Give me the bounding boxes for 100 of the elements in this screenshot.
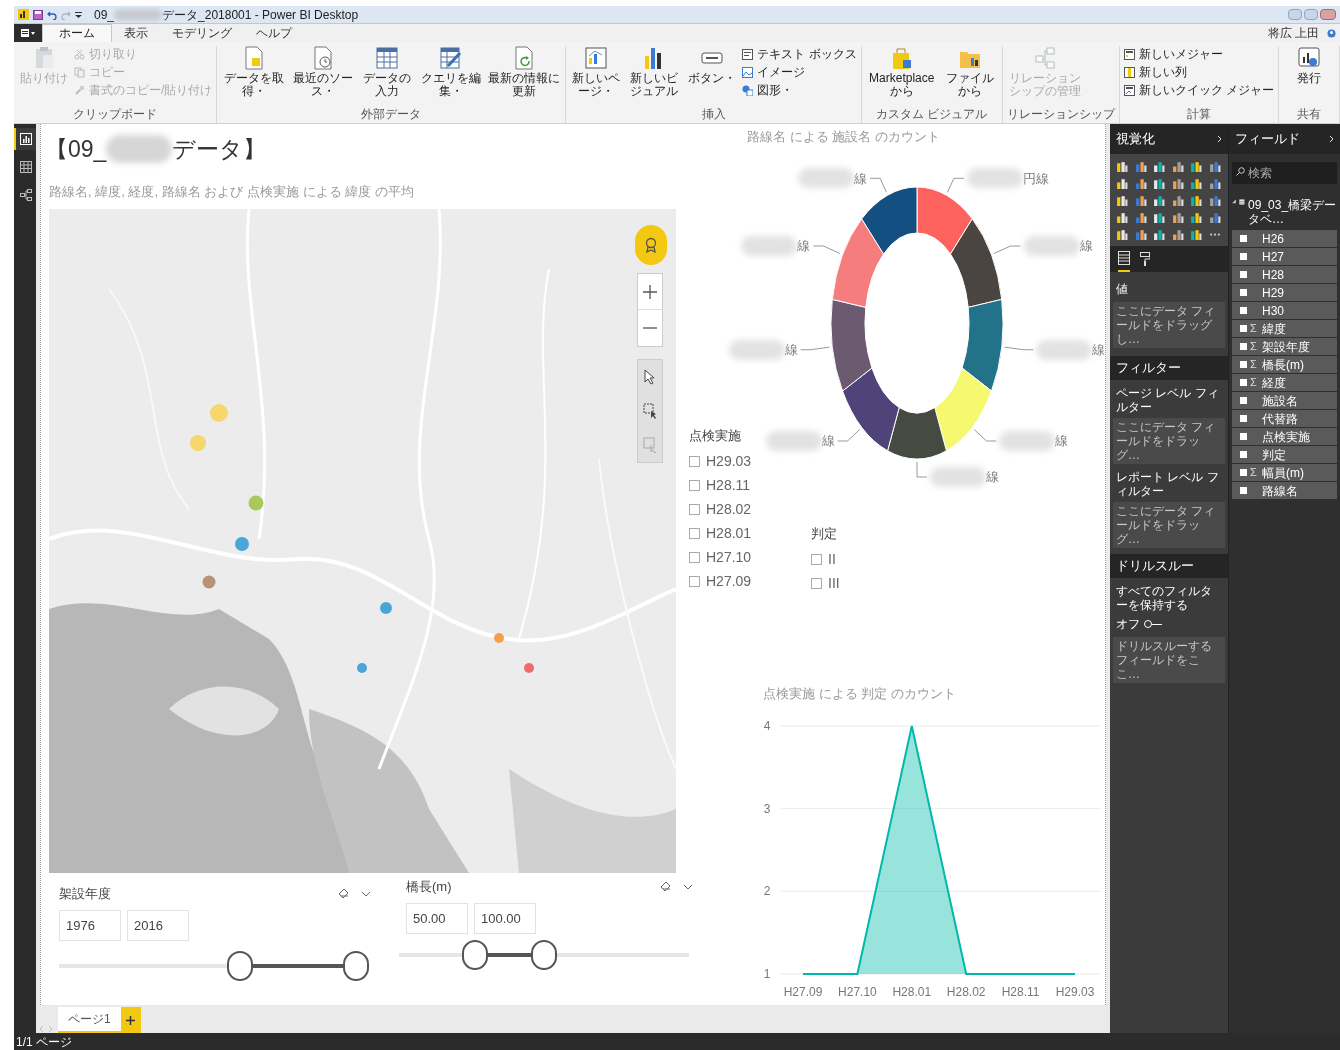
chart-type-icon[interactable] xyxy=(1171,211,1184,223)
field-item[interactable]: Σ 経度 xyxy=(1232,374,1337,391)
chart-type-icon[interactable] xyxy=(1208,194,1221,206)
chart-type-icon[interactable] xyxy=(1171,177,1184,189)
checkbox[interactable] xyxy=(689,575,700,587)
ribbon-button[interactable]: Marketplace から xyxy=(865,46,938,98)
ribbon-button[interactable]: クエリを編集・ xyxy=(418,46,484,98)
save-icon[interactable] xyxy=(33,9,43,20)
field-item[interactable]: Σ 架設年度 xyxy=(1232,338,1337,355)
donut-slice[interactable] xyxy=(961,298,1004,392)
undo-icon[interactable] xyxy=(47,9,57,20)
ribbon-button[interactable]: 図形・ xyxy=(742,83,857,98)
checkbox[interactable] xyxy=(689,551,700,563)
checkbox[interactable] xyxy=(811,553,822,565)
field-item[interactable]: Σ 橋長(m) xyxy=(1232,356,1337,373)
chart-type-icon[interactable] xyxy=(1171,160,1184,172)
field-item[interactable]: 路線名 xyxy=(1232,482,1337,499)
file-menu-button[interactable] xyxy=(14,24,42,42)
customize-dropdown-icon[interactable] xyxy=(75,10,82,19)
ribbon-button[interactable]: 発行 xyxy=(1283,46,1335,85)
drop-zone[interactable]: ここにデータ フィールドをドラッグ… xyxy=(1113,418,1225,464)
checkbox[interactable] xyxy=(689,479,700,491)
ribbon-tab[interactable]: ホーム xyxy=(42,24,112,42)
slicer-item-label[interactable]: H27.10 xyxy=(706,546,752,568)
chart-type-icon[interactable] xyxy=(1134,228,1147,240)
drop-zone[interactable]: ここにデータ フィールドをドラッグし… xyxy=(1113,302,1225,348)
donut-slice[interactable] xyxy=(934,367,992,452)
checkbox[interactable] xyxy=(689,455,700,467)
range-end-field[interactable]: 100.00 xyxy=(474,902,536,934)
slider-thumb[interactable] xyxy=(343,950,369,981)
field-item[interactable]: 判定 xyxy=(1232,446,1337,463)
slicer-item-label[interactable]: H28.02 xyxy=(706,498,752,520)
chart-type-icon[interactable] xyxy=(1208,160,1221,172)
drop-zone[interactable]: ドリルスルーするフィールドをここ… xyxy=(1113,637,1225,683)
range-slider[interactable] xyxy=(59,950,369,981)
chart-type-icon[interactable] xyxy=(1153,177,1165,189)
page-tab[interactable]: ページ1 xyxy=(58,1007,121,1033)
eraser-icon[interactable] xyxy=(660,881,671,893)
chevron-right-icon[interactable] xyxy=(1217,135,1222,143)
pane-header[interactable]: 視覚化 xyxy=(1110,124,1228,154)
field-item[interactable]: H29 xyxy=(1232,284,1337,301)
chart-type-icon[interactable] xyxy=(1116,177,1128,189)
field-item[interactable]: 代替路 xyxy=(1232,410,1337,427)
range-start-field[interactable]: 1976 xyxy=(59,909,121,941)
chart-type-icon[interactable] xyxy=(1190,177,1202,189)
chart-type-icon[interactable] xyxy=(1116,160,1128,172)
chart-type-icon[interactable] xyxy=(1116,194,1128,206)
donut-slice[interactable] xyxy=(830,298,873,392)
ribbon-button[interactable]: イメージ xyxy=(742,65,857,80)
chart-type-icon[interactable] xyxy=(1153,194,1165,206)
chart-type-icon[interactable] xyxy=(1190,194,1202,206)
field-item[interactable]: H30 xyxy=(1232,302,1337,319)
donut-slice[interactable] xyxy=(887,407,947,460)
slider-thumb[interactable] xyxy=(531,939,557,970)
donut-slice[interactable] xyxy=(831,218,885,308)
ribbon-button[interactable]: 新しいページ・ xyxy=(570,46,623,98)
slicer-item-label[interactable]: III xyxy=(828,572,840,594)
slider-thumb[interactable] xyxy=(462,939,489,970)
chevron-right-icon[interactable] xyxy=(1329,135,1334,143)
chart-type-icon[interactable] xyxy=(1153,211,1165,223)
donut-slice[interactable] xyxy=(949,218,1003,308)
chart-type-icon[interactable] xyxy=(1208,211,1221,223)
chart-type-icon[interactable] xyxy=(1134,160,1147,172)
ribbon-button[interactable]: 新しいクイック メジャー xyxy=(1123,83,1274,98)
field-item[interactable]: H27 xyxy=(1232,248,1337,265)
ribbon-tab[interactable]: モデリング xyxy=(160,24,244,42)
field-item[interactable]: 点検実施 xyxy=(1232,428,1337,445)
checkbox[interactable] xyxy=(689,527,700,539)
chart-type-icon[interactable] xyxy=(1190,228,1202,240)
slicer-item-label[interactable]: H27.09 xyxy=(706,570,752,592)
add-page-button[interactable] xyxy=(120,1007,141,1033)
slicer-item-label[interactable]: II xyxy=(828,548,836,570)
search-field[interactable]: 検索 xyxy=(1232,162,1337,184)
ribbon-button[interactable]: 最近のソース・ xyxy=(290,46,355,98)
pane-header[interactable]: フィールド xyxy=(1229,124,1340,154)
range-slider[interactable] xyxy=(399,939,689,970)
ribbon-button[interactable]: ボタン・ xyxy=(686,46,739,85)
chevron-down-icon[interactable] xyxy=(683,883,693,890)
ribbon-button[interactable]: ファイルから xyxy=(941,46,998,98)
slider-thumb[interactable] xyxy=(226,950,253,981)
chevron-down-icon[interactable] xyxy=(361,890,371,897)
range-start-field[interactable]: 50.00 xyxy=(406,902,468,934)
field-item[interactable]: Σ 幅員(m) xyxy=(1232,464,1337,481)
field-item[interactable]: H28 xyxy=(1232,266,1337,283)
ribbon-button[interactable]: データの入力 xyxy=(358,46,415,98)
view-button[interactable] xyxy=(14,128,36,150)
chart-type-icon[interactable] xyxy=(1116,211,1128,223)
ribbon-button[interactable]: 新しいメジャー xyxy=(1123,47,1274,62)
slicer-item-label[interactable]: H29.03 xyxy=(706,450,752,472)
chart-type-icon[interactable] xyxy=(1134,177,1147,189)
ribbon-button[interactable]: 新しい列 xyxy=(1123,65,1274,80)
chart-type-icon[interactable] xyxy=(1134,194,1147,206)
chart-type-icon[interactable] xyxy=(1190,211,1202,223)
range-end-field[interactable]: 2016 xyxy=(127,909,189,941)
donut-slice[interactable] xyxy=(861,186,918,255)
checkbox[interactable] xyxy=(811,577,822,589)
slicer-item-label[interactable]: H28.01 xyxy=(706,522,752,544)
checkbox[interactable] xyxy=(689,503,700,515)
donut-slice[interactable] xyxy=(916,186,973,255)
eraser-icon[interactable] xyxy=(338,888,349,900)
